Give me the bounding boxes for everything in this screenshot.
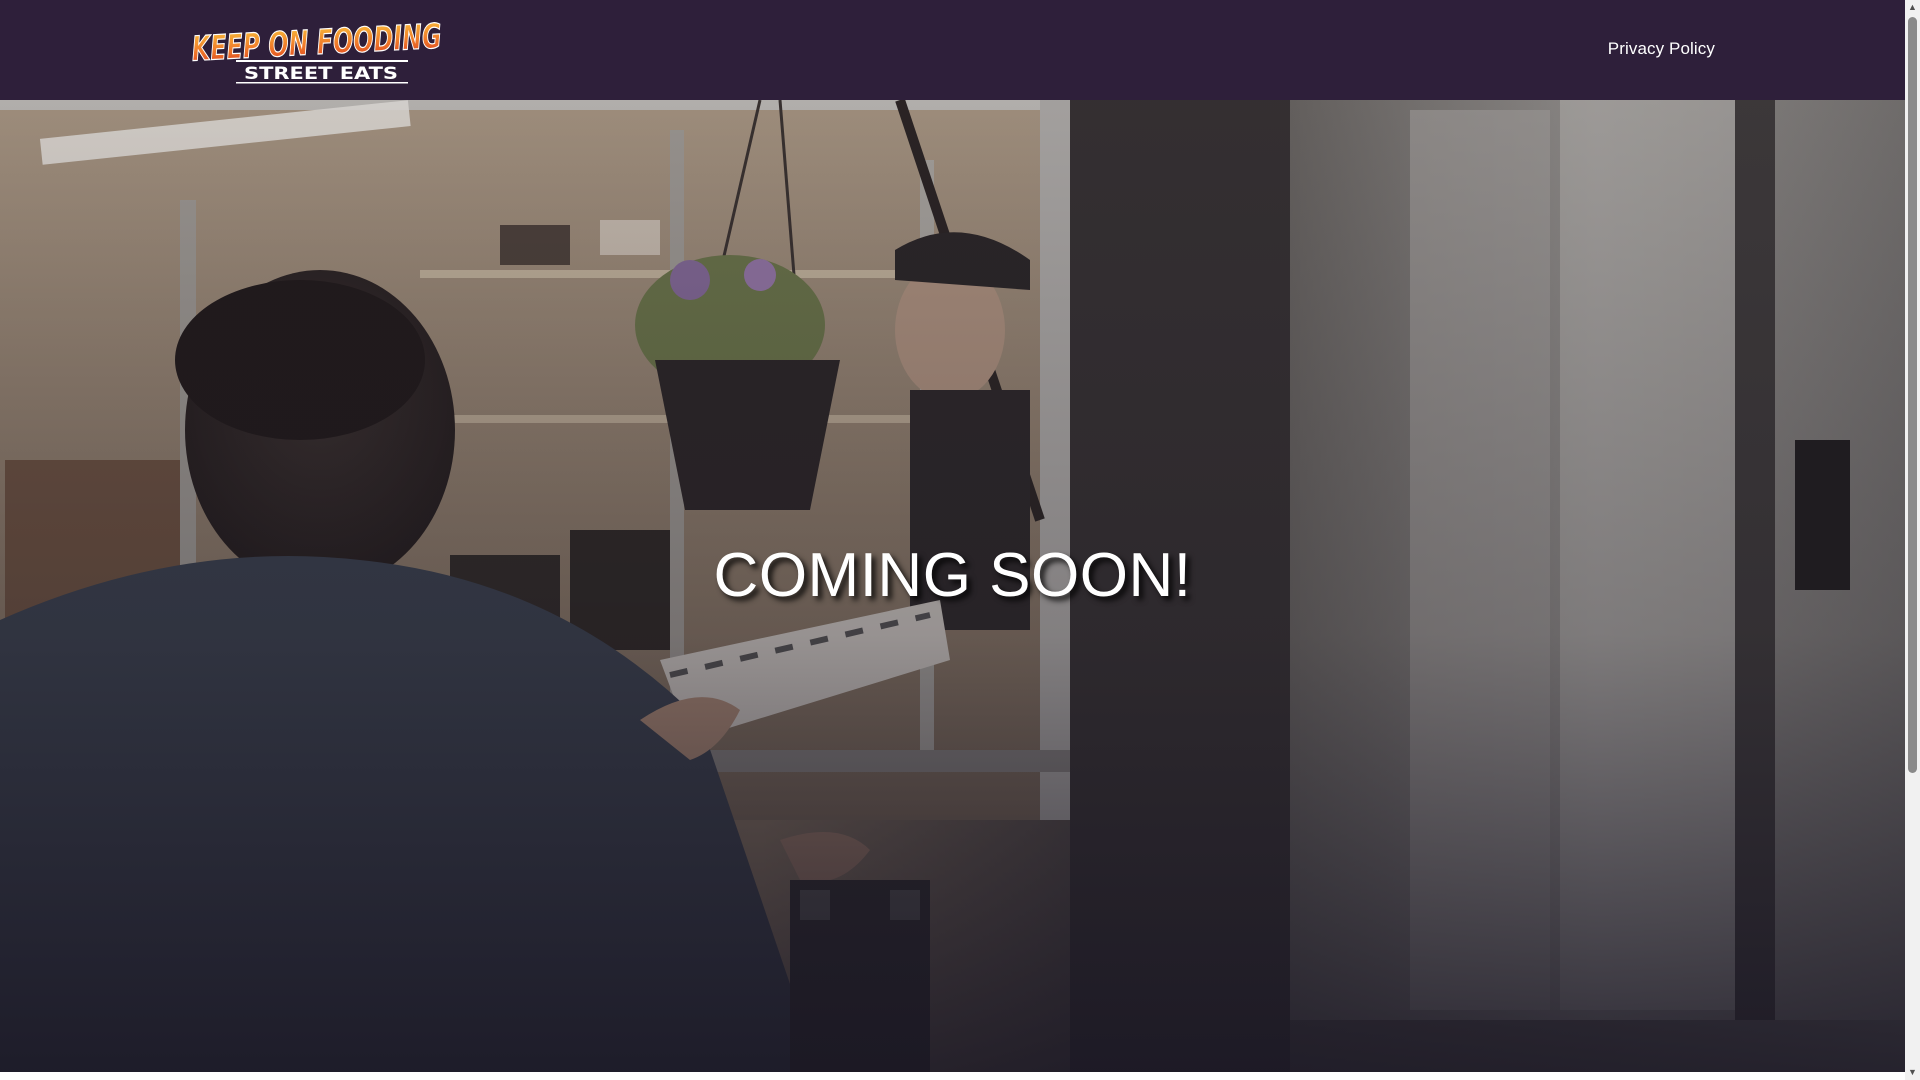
logo-graphic: KEEP ON FOODING STREET EATS bbox=[190, 16, 443, 84]
vertical-scrollbar[interactable]: ▲ ▼ bbox=[1905, 0, 1920, 1080]
scroll-up-arrow-icon[interactable]: ▲ bbox=[1905, 0, 1920, 15]
scrollbar-thumb[interactable] bbox=[1908, 17, 1917, 773]
site-header: KEEP ON FOODING STREET EATS Privacy Poli… bbox=[0, 0, 1905, 100]
hero-headline: COMING SOON! bbox=[713, 541, 1192, 610]
site-logo[interactable]: KEEP ON FOODING STREET EATS bbox=[188, 14, 448, 84]
page: KEEP ON FOODING STREET EATS Privacy Poli… bbox=[0, 0, 1905, 1080]
hero-section: COMING SOON! bbox=[0, 100, 1905, 1072]
logo-subtitle: STREET EATS bbox=[244, 64, 398, 84]
page-bottom-edge bbox=[0, 1072, 1905, 1080]
privacy-policy-link[interactable]: Privacy Policy bbox=[1608, 38, 1715, 60]
scroll-down-arrow-icon[interactable]: ▼ bbox=[1905, 1065, 1920, 1080]
